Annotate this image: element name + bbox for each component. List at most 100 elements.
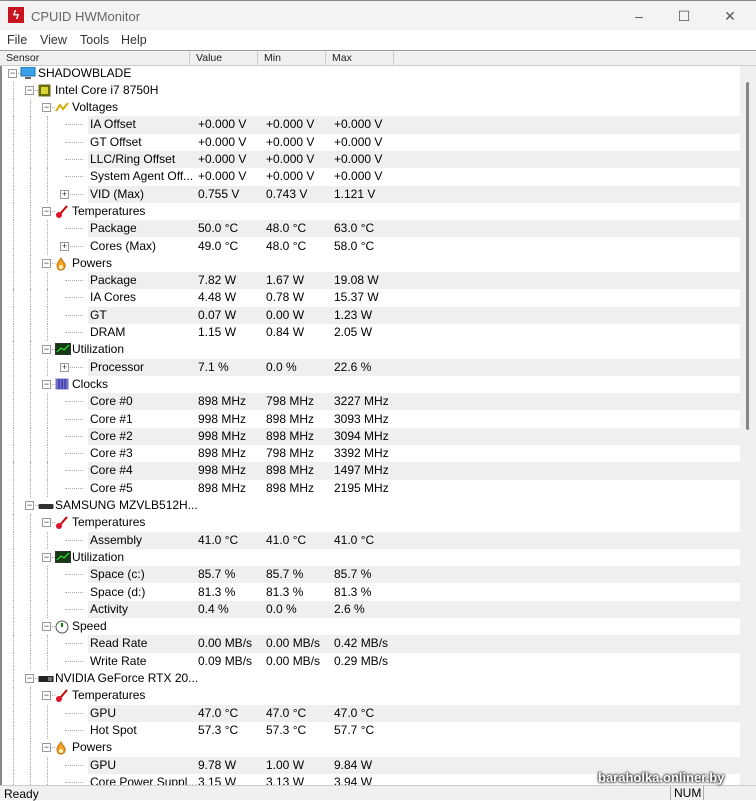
tree-connector xyxy=(13,479,14,497)
tree-node-intel-core-i7-8750h[interactable]: − Intel Core i7 8750H xyxy=(2,81,740,100)
collapse-icon[interactable]: − xyxy=(42,552,51,562)
sensor-name: Utilization xyxy=(72,549,125,564)
sensor-value: 3.15 W xyxy=(198,774,237,785)
sensor-row[interactable]: DRAM 1.15 W 0.84 W 2.05 W xyxy=(2,324,740,342)
column-max[interactable]: Max xyxy=(326,51,394,66)
sensor-row[interactable]: GT Offset +0.000 V +0.000 V +0.000 V xyxy=(2,133,740,151)
close-button[interactable]: ✕ xyxy=(707,5,753,27)
sensor-name: Core #3 xyxy=(90,446,133,461)
sensor-row[interactable]: Read Rate 0.00 MB/s 0.00 MB/s 0.42 MB/s xyxy=(2,635,740,653)
utilization-icon xyxy=(55,343,71,356)
tree-node-utilization[interactable]: − Utilization xyxy=(2,548,740,567)
scrollbar-thumb[interactable] xyxy=(746,82,749,430)
sensor-name: LLC/Ring Offset xyxy=(90,152,176,166)
sensor-row[interactable]: System Agent Off... +0.000 V +0.000 V +0.00… xyxy=(2,168,740,186)
sensor-name: NVIDIA GeForce RTX 20... xyxy=(55,671,199,685)
tree-node-temperatures[interactable]: − Temperatures xyxy=(2,202,740,221)
tree-connector xyxy=(47,237,48,255)
sensor-row[interactable]: Write Rate 0.09 MB/s 0.00 MB/s 0.29 MB/s xyxy=(2,652,740,670)
menu-tools[interactable]: Tools xyxy=(80,33,109,47)
column-sensor[interactable]: Sensor xyxy=(0,51,190,66)
sensor-row[interactable]: + Processor 7.1 % 0.0 % 22.6 % xyxy=(2,358,740,376)
collapse-icon[interactable]: − xyxy=(42,518,51,528)
tree-connector xyxy=(13,652,14,670)
tree-node-clocks[interactable]: − Clocks xyxy=(2,375,740,394)
sensor-row[interactable]: Core #3 898 MHz 798 MHz 3392 MHz xyxy=(2,445,740,463)
tree-connector xyxy=(65,487,83,489)
sensor-row[interactable]: Space (d:) 81.3 % 81.3 % 81.3 % xyxy=(2,583,740,601)
sensor-row[interactable]: Space (c:) 85.7 % 85.7 % 85.7 % xyxy=(2,566,740,584)
collapse-icon[interactable]: − xyxy=(42,258,51,268)
collapse-icon[interactable]: − xyxy=(42,622,51,632)
tree-node-shadowblade[interactable]: − SHADOWBLADE xyxy=(2,66,740,82)
sensor-row[interactable]: + Cores (Max) 49.0 °C 48.0 °C 58.0 °C xyxy=(2,237,740,255)
sensor-max: 15.37 W xyxy=(334,290,379,305)
collapse-icon[interactable]: − xyxy=(42,743,51,753)
tree-connector xyxy=(13,306,14,324)
sensor-row[interactable]: + VID (Max) 0.755 V 0.743 V 1.121 V xyxy=(2,185,740,203)
tree-connector xyxy=(47,704,48,722)
sensor-row[interactable]: GT 0.07 W 0.00 W 1.23 W xyxy=(2,306,740,324)
tree-connector xyxy=(65,608,83,610)
sensor-name: Utilization xyxy=(72,342,125,357)
column-value[interactable]: Value xyxy=(190,51,258,66)
tree-node-utilization[interactable]: − Utilization xyxy=(2,341,740,359)
maximize-button[interactable]: ☐ xyxy=(661,5,707,27)
collapse-icon[interactable]: − xyxy=(25,674,34,683)
tree-node-samsung-mzvlb512h-[interactable]: − SAMSUNG MZVLB512H... xyxy=(2,497,740,515)
sensor-row[interactable]: Assembly 41.0 °C 41.0 °C 41.0 °C xyxy=(2,531,740,549)
sensor-tree[interactable]: − SHADOWBLADE − Intel Core i7 8750H − Voltage… xyxy=(0,66,740,785)
sensor-row[interactable]: Hot Spot 57.3 °C 57.3 °C 57.7 °C xyxy=(2,721,740,740)
menu-help[interactable]: Help xyxy=(121,33,147,47)
minimize-button[interactable]: – xyxy=(616,5,662,27)
vertical-scrollbar[interactable] xyxy=(740,66,756,785)
sensor-max: 9.84 W xyxy=(334,757,373,772)
tree-connector xyxy=(13,445,14,463)
tree-node-voltages[interactable]: − Voltages xyxy=(2,99,740,117)
sensor-row[interactable]: Package 7.82 W 1.67 W 19.08 W xyxy=(2,272,740,290)
sensor-row[interactable]: Core #0 898 MHz 798 MHz 3227 MHz xyxy=(2,393,740,411)
tree-node-nvidia-geforce-rtx-20-[interactable]: − NVIDIA GeForce RTX 20... xyxy=(2,670,740,688)
sensor-row[interactable]: LLC/Ring Offset +0.000 V +0.000 V +0.000 V xyxy=(2,151,740,169)
collapse-icon[interactable]: − xyxy=(25,501,34,510)
sensor-row[interactable]: Core #4 998 MHz 898 MHz 1497 MHz xyxy=(2,462,740,480)
column-min[interactable]: Min xyxy=(258,51,326,66)
expand-icon[interactable]: + xyxy=(60,241,69,251)
sensor-row[interactable]: GPU 47.0 °C 47.0 °C 47.0 °C xyxy=(2,704,740,722)
sensor-row[interactable]: Activity 0.4 % 0.0 % 2.6 % xyxy=(2,600,740,619)
sensor-row[interactable]: IA Offset +0.000 V +0.000 V +0.000 V xyxy=(2,116,740,134)
collapse-icon[interactable]: − xyxy=(42,345,51,355)
menu-file[interactable]: File xyxy=(7,33,27,47)
sensor-name: SAMSUNG MZVLB512H... xyxy=(55,498,198,512)
collapse-icon[interactable]: − xyxy=(42,103,51,113)
sensor-name: Temperatures xyxy=(72,515,146,530)
tree-connector xyxy=(30,151,31,169)
tree-node-temperatures[interactable]: − Temperatures xyxy=(2,514,740,532)
sensor-max: +0.000 V xyxy=(334,134,383,149)
sensor-row[interactable]: IA Cores 4.48 W 0.78 W 15.37 W xyxy=(2,289,740,307)
temperature-icon xyxy=(55,516,69,530)
collapse-icon[interactable]: − xyxy=(42,206,51,216)
tree-node-speed[interactable]: − Speed xyxy=(2,618,740,636)
collapse-icon[interactable]: − xyxy=(25,85,34,95)
expand-icon[interactable]: + xyxy=(60,189,69,199)
sensor-row[interactable]: Core #1 998 MHz 898 MHz 3093 MHz xyxy=(2,410,740,428)
sensor-row[interactable]: Core #2 998 MHz 898 MHz 3094 MHz xyxy=(2,427,740,446)
expand-icon[interactable]: + xyxy=(60,362,69,372)
sensor-min: 0.0 % xyxy=(266,359,297,374)
collapse-icon[interactable]: − xyxy=(42,379,51,389)
sensor-row[interactable]: Core #5 898 MHz 898 MHz 2195 MHz xyxy=(2,479,740,497)
watermark: baraholka.onliner.by xyxy=(598,770,725,785)
tree-node-temperatures[interactable]: − Temperatures xyxy=(2,687,740,705)
tree-node-powers[interactable]: − Powers xyxy=(2,739,740,757)
tree-connector xyxy=(47,151,48,169)
sensor-value: +0.000 V xyxy=(198,134,247,149)
sensor-name: GT Offset xyxy=(90,134,142,149)
sensor-row[interactable]: Package 50.0 °C 48.0 °C 63.0 °C xyxy=(2,220,740,238)
menu-view[interactable]: View xyxy=(40,33,67,47)
row-highlight xyxy=(88,220,740,238)
tree-node-powers[interactable]: − Powers xyxy=(2,254,740,273)
collapse-icon[interactable]: − xyxy=(8,68,17,78)
sensor-name: Powers xyxy=(72,255,113,270)
collapse-icon[interactable]: − xyxy=(42,691,51,701)
